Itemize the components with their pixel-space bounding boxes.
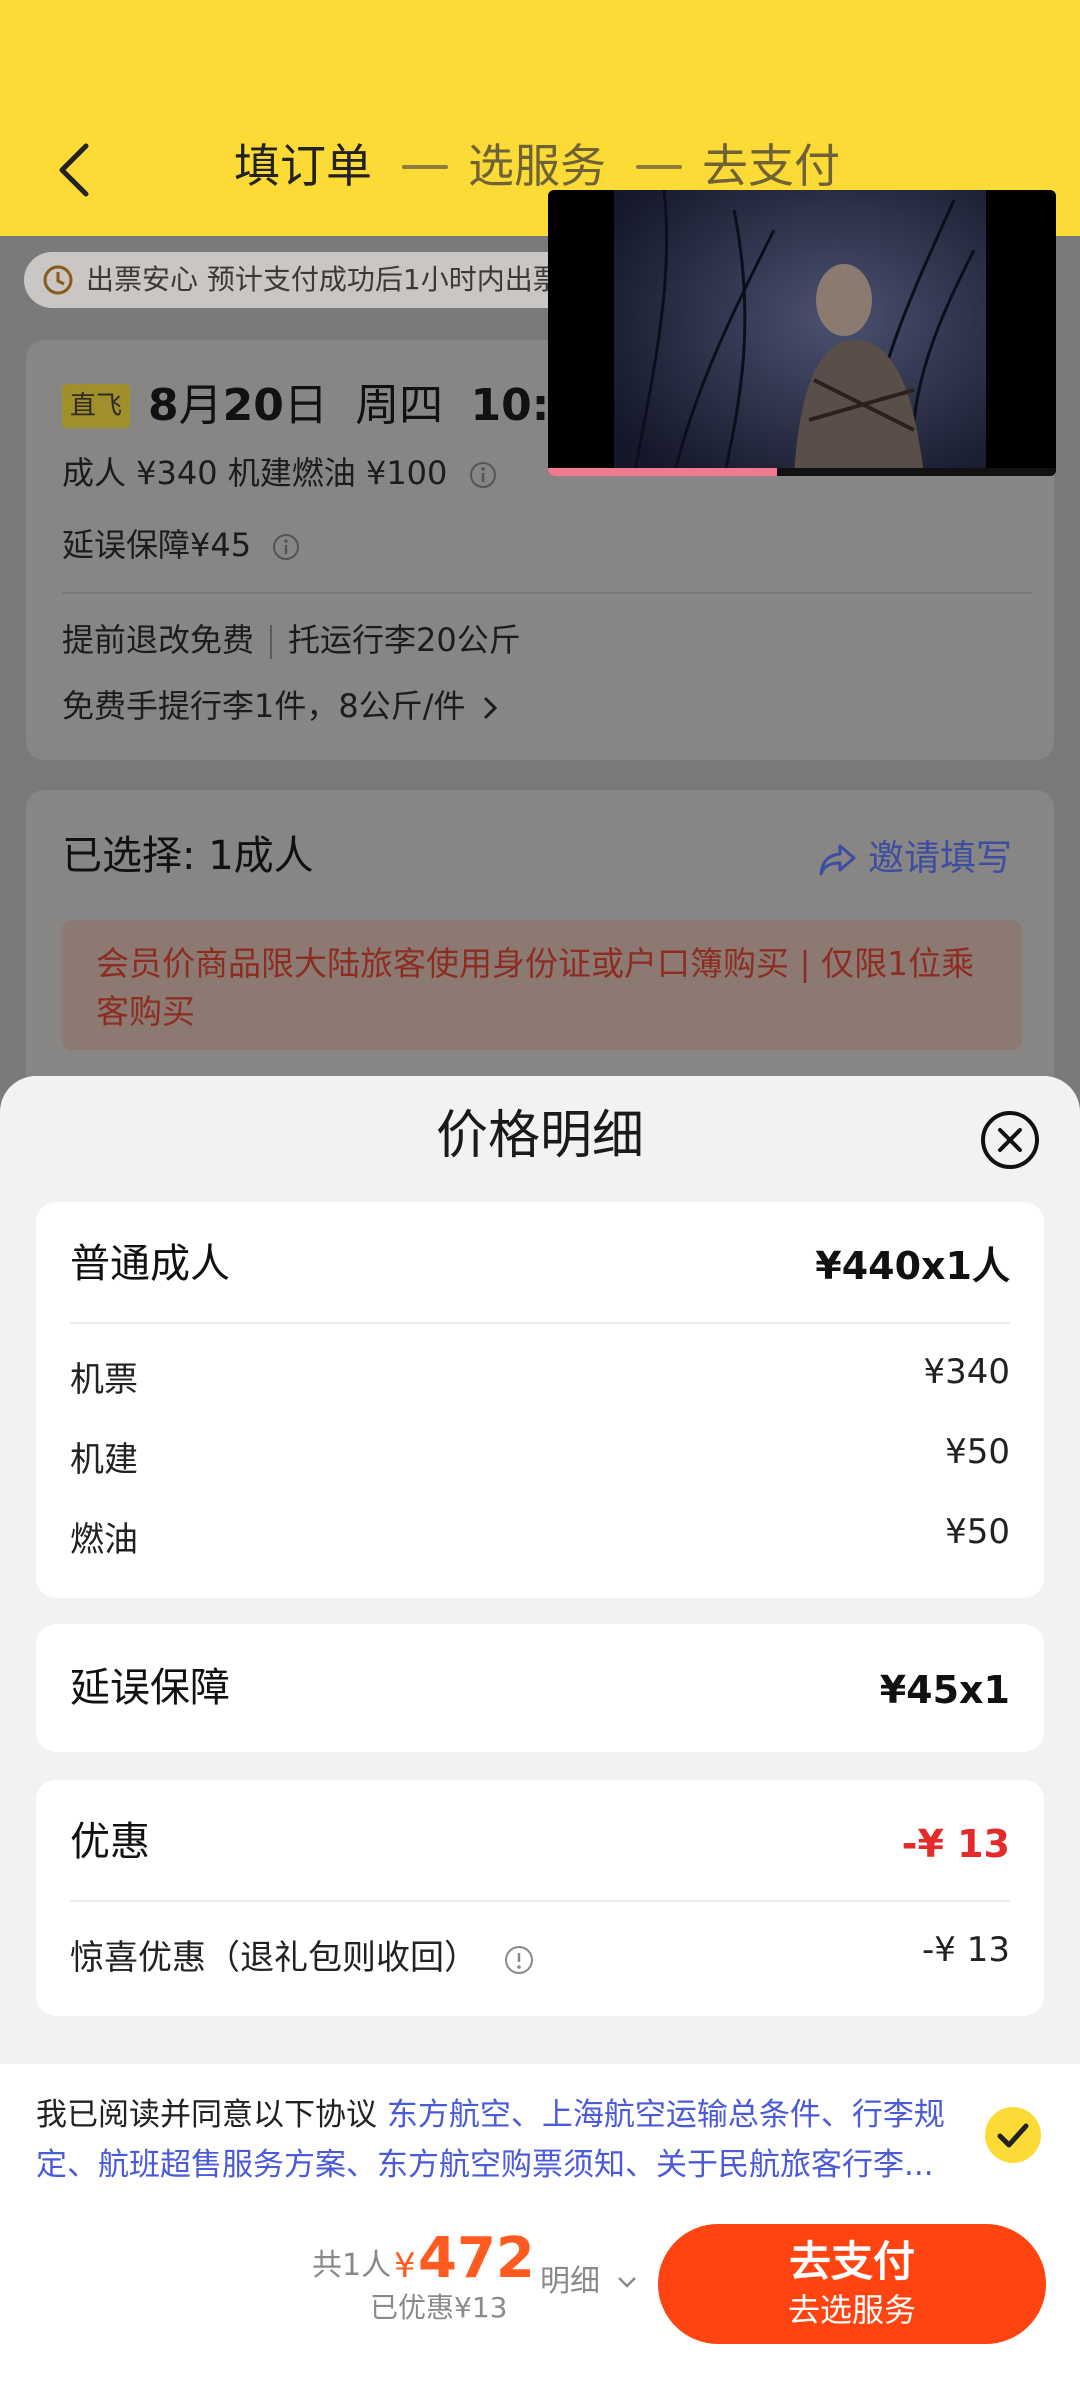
flight-date: 8月20日 周四 10:05 [148,380,611,431]
airport-fee-label: 机建 [70,1440,138,1480]
pay-button-sublabel: 去选服务 [787,2291,916,2329]
video-frame [614,190,986,476]
video-progress-bar [548,468,777,476]
info-icon[interactable] [271,532,301,562]
step-fill-order: 填订单 [234,139,372,193]
flight-price-line: 成人 ¥340 机建燃油 ¥100 [62,446,498,500]
surprise-discount-value: -¥ 13 [922,1930,1010,1970]
member-notice-text: 会员价商品限大陆旅客使用身份证或户口簿购买 | 仅限1位乘客购买 [96,944,975,1031]
currency-symbol: ¥ [394,2246,416,2286]
passenger-count: 共1人 [312,2248,392,2283]
delay-insurance-line: 延误保障¥45 [62,518,301,572]
divider [70,1900,1010,1902]
sheet-title: 价格明细 [435,1106,644,1166]
direct-flight-tag: 直飞 [62,384,131,428]
delay-value: ¥45x1 [879,1668,1010,1712]
info-icon[interactable] [503,1944,535,1976]
discount-label: 优惠 [70,1819,150,1865]
chevron-down-icon [617,2276,636,2288]
step-arrow-icon [402,165,448,169]
total-price: 472 [418,2226,535,2291]
selected-passengers: 已选择: 1成人 [62,833,314,879]
agreement-checkbox-icon[interactable] [984,2106,1042,2164]
info-icon[interactable] [468,460,498,490]
price-detail-toggle[interactable]: 明细 [540,2258,638,2306]
adult-label: 普通成人 [70,1241,230,1287]
invite-button[interactable]: 邀请填写 [818,830,1012,888]
back-arrow-icon[interactable] [52,140,96,200]
airport-fee-value: ¥50 [945,1432,1010,1472]
adult-value: ¥440x1人 [815,1244,1010,1288]
ticket-value: ¥340 [923,1352,1010,1392]
fuel-label: 燃油 [70,1520,138,1560]
hand-luggage-line[interactable]: 免费手提行李1件，8公斤/件 [62,676,500,736]
step-pay: 去支付 [702,139,840,193]
agreement-text: 我已阅读并同意以下协议 东方航空、上海航空运输总条件、行李规定、航班超售服务方案… [36,2097,945,2183]
pay-button-label: 去支付 [788,2237,915,2286]
chevron-right-icon [483,696,497,720]
ticket-label: 机票 [70,1360,138,1400]
delay-label: 延误保障 [70,1665,230,1711]
pay-button[interactable]: 去支付 去选服务 [658,2224,1046,2344]
refund-luggage-line: 提前退改免费 托运行李20公斤 [62,621,521,659]
notice-text: 出票安心 预计支付成功后1小时内出票 [86,263,561,296]
discount-value: -¥ 13 [901,1822,1010,1866]
close-icon[interactable] [978,1108,1042,1172]
saved-amount: 已优惠¥13 [370,2291,508,2324]
divider [62,592,1032,594]
floating-video-player[interactable] [548,190,1056,476]
share-icon [819,844,856,876]
divider [70,1322,1010,1324]
clock-icon [43,265,73,295]
fuel-value: ¥50 [945,1512,1010,1552]
step-select-service: 选服务 [468,139,606,193]
surprise-discount-item: 惊喜优惠（退礼包则收回） [70,1930,535,1986]
step-arrow-icon [636,165,682,169]
